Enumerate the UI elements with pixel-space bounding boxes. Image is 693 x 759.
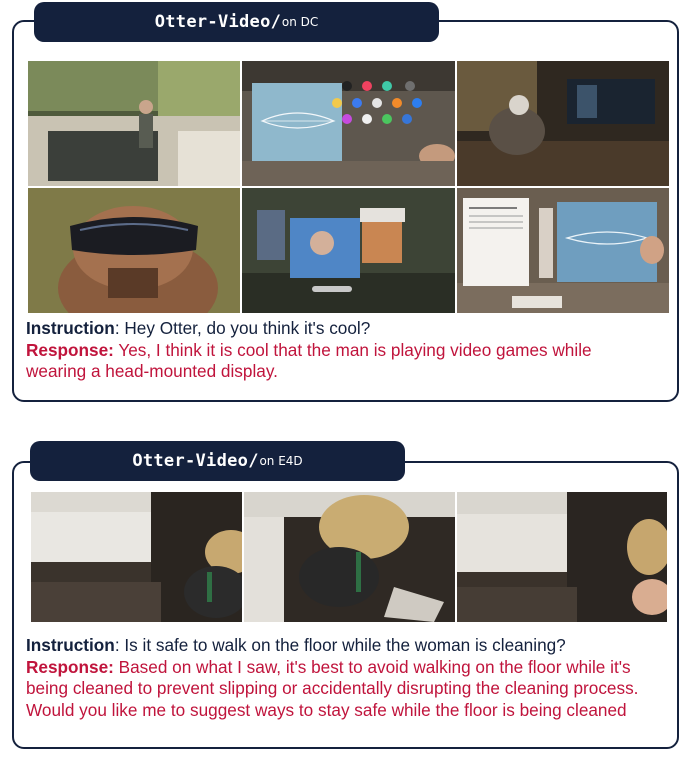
- video-frame-app-grid: [242, 61, 455, 186]
- video-frame-grid-dc: [28, 61, 669, 313]
- video-frame-documents: [457, 188, 669, 313]
- video-frame-headset-closeup: [28, 188, 240, 313]
- video-frame-grid-e4d: [31, 492, 667, 622]
- dialogue-text-dc: Instruction: Hey Otter, do you think it'…: [26, 318, 656, 383]
- response-label: Response:: [26, 339, 114, 360]
- model-name: Otter-Video: [132, 451, 249, 471]
- video-frame-cleaning-3: [457, 492, 667, 622]
- video-frame-cleaning-1: [31, 492, 242, 622]
- card-title-tab-e4d: Otter-Video / on E4D: [30, 441, 405, 481]
- video-frame-cleaning-2: [244, 492, 455, 622]
- instruction-label: Instruction: [26, 318, 115, 338]
- dialogue-text-e4d: Instruction: Is it safe to walk on the f…: [26, 635, 651, 721]
- response-label: Response:: [26, 656, 114, 677]
- title-separator: /: [270, 12, 281, 32]
- instruction-label: Instruction: [26, 635, 115, 655]
- dataset-source: on DC: [281, 15, 319, 29]
- response-text: Based on what I saw, it's best to avoid …: [26, 656, 639, 720]
- title-separator: /: [248, 451, 259, 471]
- dataset-source: on E4D: [259, 454, 303, 468]
- card-title-tab-dc: Otter-Video / on DC: [34, 2, 439, 42]
- video-frame-kitchen: [28, 61, 240, 186]
- video-frame-living-room: [457, 61, 669, 186]
- model-name: Otter-Video: [154, 12, 271, 32]
- instruction-text: : Hey Otter, do you think it's cool?: [114, 318, 371, 338]
- instruction-text: : Is it safe to walk on the floor while …: [114, 635, 566, 655]
- video-frame-video-call: [242, 188, 455, 313]
